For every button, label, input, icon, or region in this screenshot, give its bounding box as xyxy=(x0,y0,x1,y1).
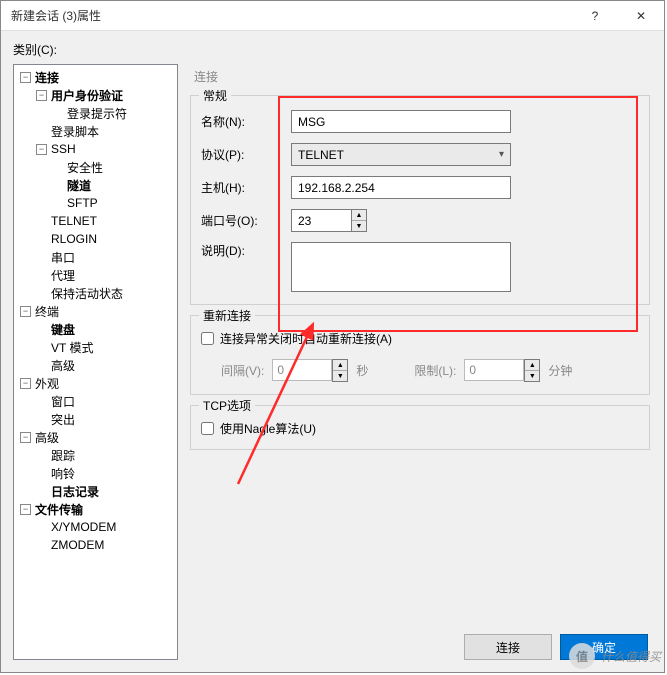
min-label: 分钟 xyxy=(548,362,572,379)
tree-collapse-icon[interactable]: − xyxy=(36,144,47,155)
spin-down-icon: ▼ xyxy=(525,371,539,381)
name-label: 名称(N): xyxy=(201,113,291,130)
tree-item-auth[interactable]: 用户身份验证 xyxy=(51,87,123,104)
interval-stepper: ▲▼ xyxy=(272,359,348,382)
tree-item-advanced[interactable]: 高级 xyxy=(51,357,75,374)
category-label: 类别(C): xyxy=(13,41,652,58)
port-input[interactable] xyxy=(291,209,351,232)
tree-item-rlogin[interactable]: RLOGIN xyxy=(51,232,97,246)
window-title: 新建会话 (3)属性 xyxy=(11,7,572,24)
limit-label: 限制(L): xyxy=(414,362,456,379)
protocol-label: 协议(P): xyxy=(201,146,291,163)
chevron-down-icon: ▾ xyxy=(499,149,504,160)
protocol-select[interactable]: TELNET ▾ xyxy=(291,143,511,166)
spin-down-icon: ▼ xyxy=(333,371,347,381)
protocol-value: TELNET xyxy=(298,148,344,162)
pane-title: 连接 xyxy=(188,64,652,95)
watermark: 值 什么值得买 xyxy=(569,643,661,669)
watermark-text: 什么值得买 xyxy=(601,648,661,665)
tcp-legend: TCP选项 xyxy=(199,397,255,414)
tree-item-window[interactable]: 窗口 xyxy=(51,393,75,410)
limit-stepper: ▲▼ xyxy=(464,359,540,382)
tree-item-zmodem[interactable]: ZMODEM xyxy=(51,538,104,552)
spin-up-icon: ▲ xyxy=(333,360,347,371)
tree-item-vt[interactable]: VT 模式 xyxy=(51,339,93,356)
description-input[interactable] xyxy=(291,242,511,292)
tree-item-telnet[interactable]: TELNET xyxy=(51,214,97,228)
interval-label: 间隔(V): xyxy=(221,362,264,379)
properties-dialog: 新建会话 (3)属性 ? ✕ 类别(C): −连接 −用户身份验证 登录提示符 xyxy=(0,0,665,673)
tree-collapse-icon[interactable]: − xyxy=(20,306,31,317)
tree-item-terminal[interactable]: 终端 xyxy=(35,303,59,320)
close-button[interactable]: ✕ xyxy=(618,1,664,30)
tree-collapse-icon[interactable]: − xyxy=(20,72,31,83)
tree-item-appearance[interactable]: 外观 xyxy=(35,375,59,392)
nagle-label: 使用Nagle算法(U) xyxy=(220,420,316,437)
host-input[interactable] xyxy=(291,176,511,199)
tree-item-login-prompt[interactable]: 登录提示符 xyxy=(67,105,127,122)
port-stepper[interactable]: ▲▼ xyxy=(291,209,367,232)
auto-reconnect-input[interactable] xyxy=(201,332,214,345)
spin-up-icon[interactable]: ▲ xyxy=(352,210,366,221)
tree-collapse-icon[interactable]: − xyxy=(20,432,31,443)
spin-up-icon: ▲ xyxy=(525,360,539,371)
tree-item-xymodem[interactable]: X/YMODEM xyxy=(51,520,116,534)
interval-input xyxy=(272,359,332,381)
tree-item-ssh[interactable]: SSH xyxy=(51,142,76,156)
general-group: 常规 名称(N): 协议(P): TELNET ▾ 主机(H): xyxy=(190,95,650,305)
sec-label: 秒 xyxy=(356,362,368,379)
tree-item-proxy[interactable]: 代理 xyxy=(51,267,75,284)
help-button[interactable]: ? xyxy=(572,1,618,30)
limit-input xyxy=(464,359,524,381)
desc-label: 说明(D): xyxy=(201,242,291,259)
tree-collapse-icon[interactable]: − xyxy=(20,378,31,389)
connect-button[interactable]: 连接 xyxy=(464,634,552,660)
tree-item-tunnel[interactable]: 隧道 xyxy=(67,177,91,194)
auto-reconnect-checkbox[interactable]: 连接异常关闭时自动重新连接(A) xyxy=(201,330,639,347)
watermark-badge-icon: 值 xyxy=(569,643,595,669)
nagle-input[interactable] xyxy=(201,422,214,435)
tree-item-connection[interactable]: 连接 xyxy=(35,69,59,86)
tree-item-keepalive[interactable]: 保持活动状态 xyxy=(51,285,123,302)
general-legend: 常规 xyxy=(199,87,231,104)
settings-pane: 连接 常规 名称(N): 协议(P): TELNET xyxy=(188,64,652,660)
host-label: 主机(H): xyxy=(201,179,291,196)
spin-down-icon[interactable]: ▼ xyxy=(352,221,366,231)
tree-item-log[interactable]: 日志记录 xyxy=(51,483,99,500)
tree-item-advanced-group[interactable]: 高级 xyxy=(35,429,59,446)
tree-item-login-script[interactable]: 登录脚本 xyxy=(51,123,99,140)
tree-item-bell[interactable]: 响铃 xyxy=(51,465,75,482)
reconnect-legend: 重新连接 xyxy=(199,307,255,324)
nagle-checkbox[interactable]: 使用Nagle算法(U) xyxy=(201,420,639,437)
help-icon: ? xyxy=(592,9,599,23)
category-tree[interactable]: −连接 −用户身份验证 登录提示符 登录脚本 −SSH xyxy=(13,64,178,660)
tree-collapse-icon[interactable]: − xyxy=(36,90,47,101)
tree-item-keyboard[interactable]: 键盘 xyxy=(51,321,75,338)
tree-item-serial[interactable]: 串口 xyxy=(51,249,75,266)
auto-reconnect-label: 连接异常关闭时自动重新连接(A) xyxy=(220,330,392,347)
tree-item-sftp[interactable]: SFTP xyxy=(67,196,98,210)
reconnect-group: 重新连接 连接异常关闭时自动重新连接(A) 间隔(V): ▲▼ 秒 限制(L xyxy=(190,315,650,395)
tree-item-highlight[interactable]: 突出 xyxy=(51,411,75,428)
port-label: 端口号(O): xyxy=(201,212,291,229)
name-input[interactable] xyxy=(291,110,511,133)
titlebar: 新建会话 (3)属性 ? ✕ xyxy=(1,1,664,31)
tree-item-filetransfer[interactable]: 文件传输 xyxy=(35,501,83,518)
tree-item-trace[interactable]: 跟踪 xyxy=(51,447,75,464)
tcp-group: TCP选项 使用Nagle算法(U) xyxy=(190,405,650,450)
close-icon: ✕ xyxy=(636,9,646,23)
tree-collapse-icon[interactable]: − xyxy=(20,504,31,515)
tree-item-security[interactable]: 安全性 xyxy=(67,159,103,176)
